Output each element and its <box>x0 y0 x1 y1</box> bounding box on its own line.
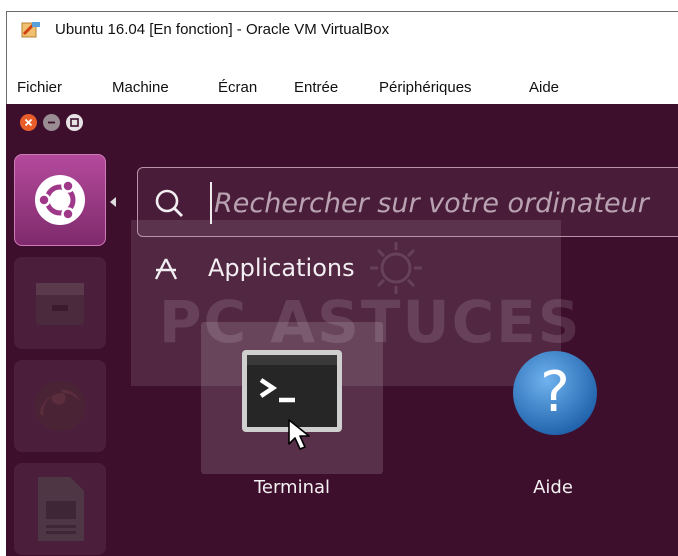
virtualbox-icon <box>21 22 40 38</box>
svg-text:?: ? <box>540 360 570 425</box>
ubuntu-logo-icon <box>35 175 85 225</box>
firefox-icon[interactable] <box>14 360 106 452</box>
launcher <box>14 154 106 556</box>
dash-search-bar[interactable] <box>137 167 678 237</box>
app-tile-aide[interactable]: ? <box>462 322 644 474</box>
ubuntu-dash-button[interactable] <box>14 154 106 246</box>
menu-fichier[interactable]: Fichier <box>17 79 62 96</box>
launcher-active-indicator <box>110 197 116 207</box>
applications-label: Applications <box>208 254 355 282</box>
menu-aide[interactable]: Aide <box>529 79 559 96</box>
menu-peripheriques[interactable]: Périphériques <box>379 79 472 96</box>
search-input[interactable] <box>212 178 678 228</box>
app-tile-terminal[interactable] <box>201 322 383 474</box>
window-title: Ubuntu 16.04 [En fonction] - Oracle VM V… <box>55 21 390 38</box>
help-icon: ? <box>513 351 597 435</box>
close-icon[interactable] <box>20 114 37 131</box>
app-label-terminal: Terminal <box>253 477 331 498</box>
menu-entree[interactable]: Entrée <box>294 79 338 96</box>
minimize-icon[interactable] <box>43 114 60 131</box>
guest-screen[interactable]: PC ASTUCES Rechercher sur votre ordinate… <box>6 104 678 556</box>
search-icon <box>155 189 183 217</box>
libreoffice-impress-icon[interactable] <box>14 463 106 555</box>
menu-ecran[interactable]: Écran <box>218 79 257 96</box>
mouse-cursor-icon <box>288 419 310 450</box>
window-border <box>6 47 7 72</box>
virtualbox-window: Ubuntu 16.04 [En fonction] - Oracle VM V… <box>0 0 678 556</box>
menu-bar: Fichier Machine Écran Entrée Périphériqu… <box>6 72 678 104</box>
app-label-aide: Aide <box>533 477 573 498</box>
menu-machine[interactable]: Machine <box>112 79 169 96</box>
title-bar: Ubuntu 16.04 [En fonction] - Oracle VM V… <box>6 11 678 47</box>
applications-lens-icon <box>154 258 178 280</box>
files-icon[interactable] <box>14 257 106 349</box>
maximize-icon[interactable] <box>66 114 83 131</box>
